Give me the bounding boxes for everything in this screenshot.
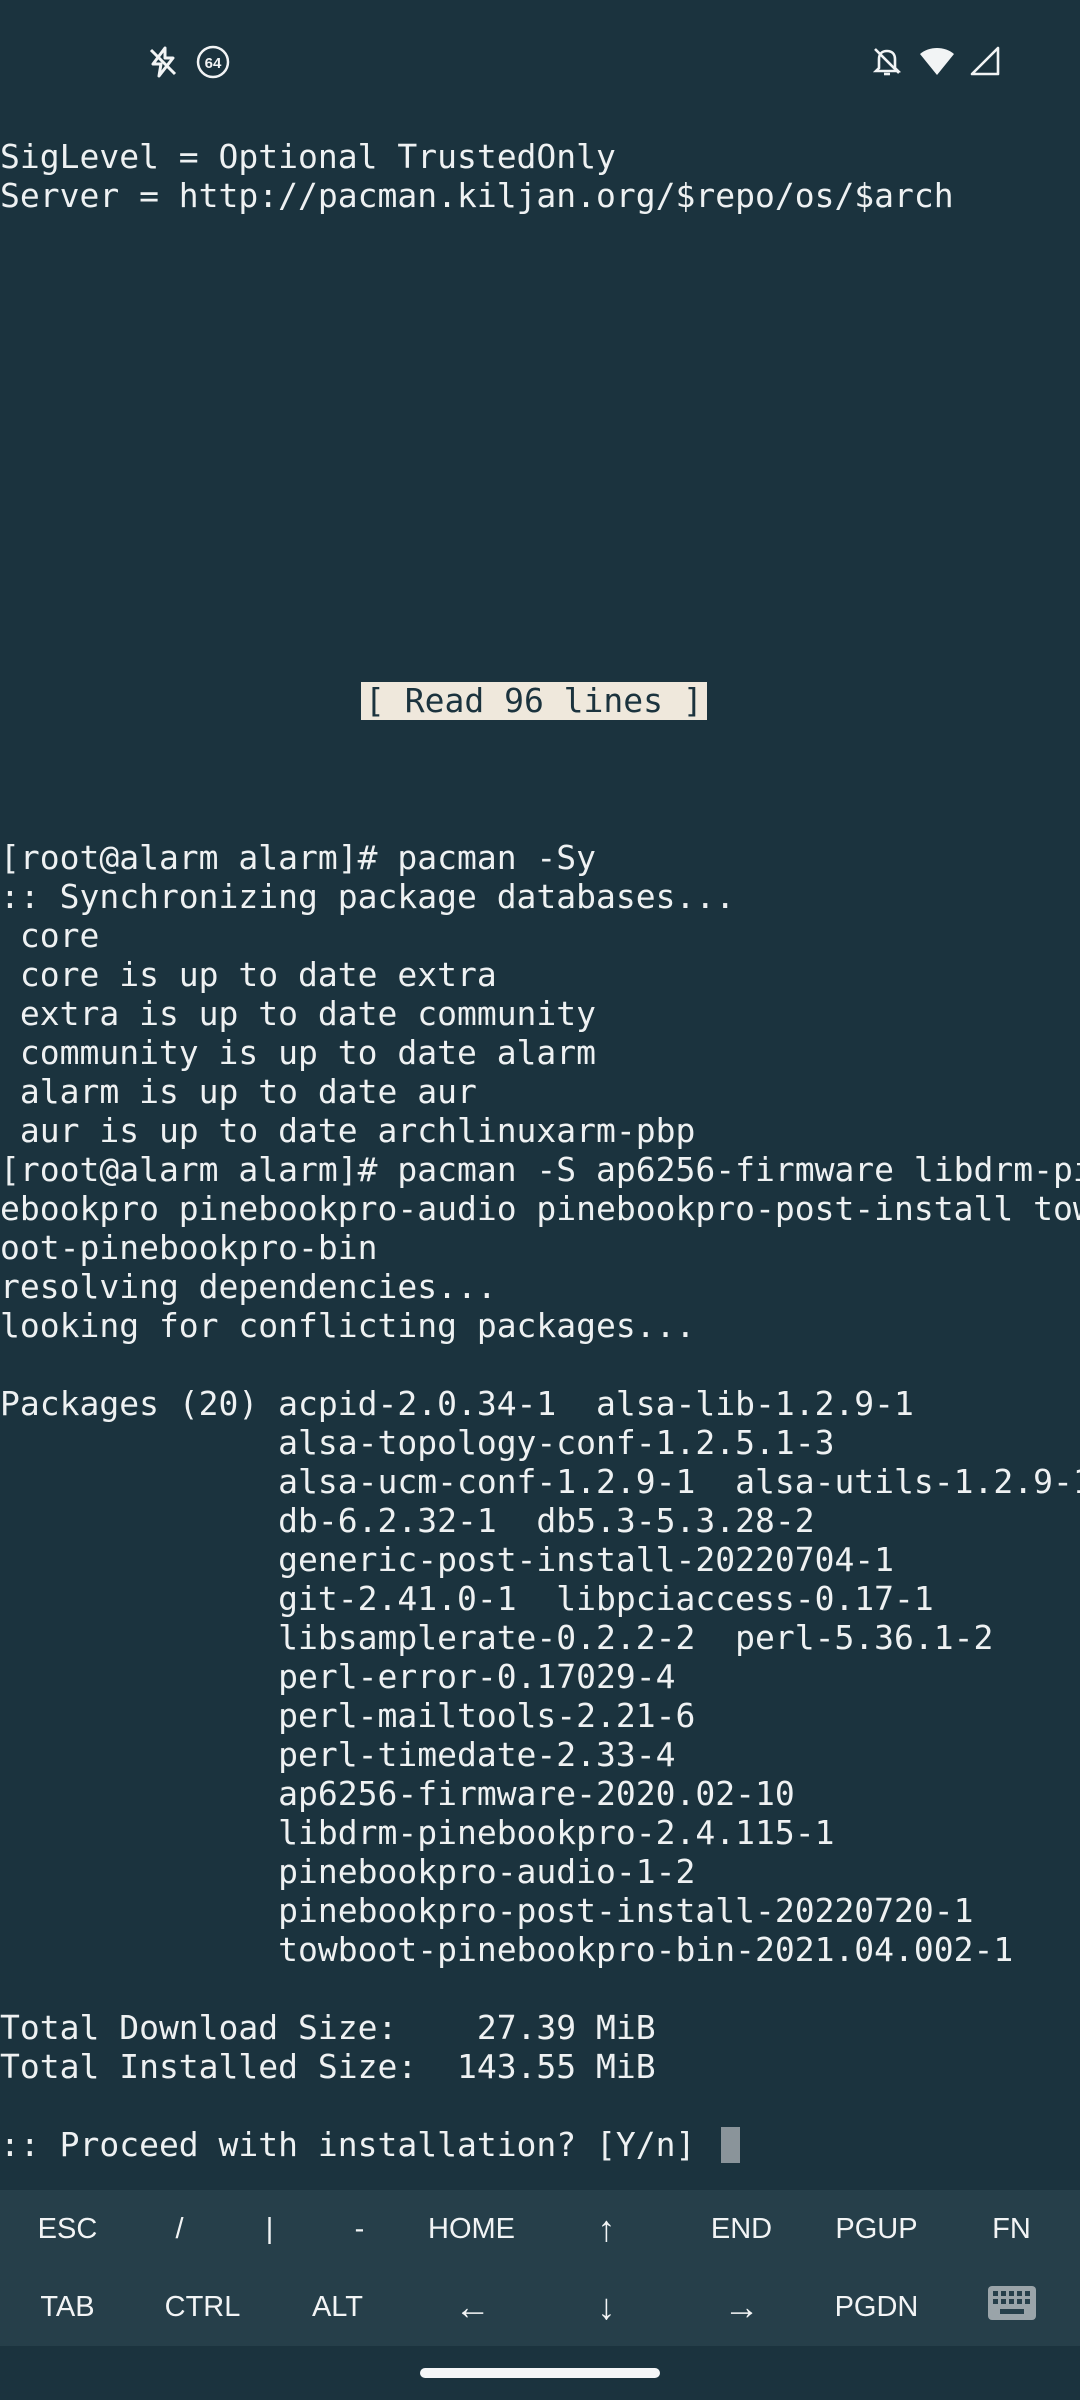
- key-right-arrow[interactable]: →: [674, 2268, 809, 2346]
- key-end[interactable]: END: [674, 2190, 809, 2268]
- key-fn[interactable]: FN: [944, 2190, 1079, 2268]
- output-line: git-2.41.0-1 libpciaccess-0.17-1: [0, 1579, 934, 1618]
- output-line: extra is up to date community: [0, 994, 597, 1033]
- output-line: looking for conflicting packages...: [0, 1306, 696, 1345]
- output-line: perl-timedate-2.33-4: [0, 1735, 676, 1774]
- extra-keys-bar: ESC / | - HOME ↑ END PGUP FN TAB CTRL AL…: [0, 2190, 1080, 2346]
- output-line: ebookpro pinebookpro-audio pinebookpro-p…: [0, 1189, 1080, 1228]
- output-line: pinebookpro-post-install-20220720-1: [0, 1891, 974, 1930]
- terminal-output[interactable]: SigLevel = Optional TrustedOnly Server =…: [0, 0, 1080, 2164]
- install-prompt: :: Proceed with installation? [Y/n]: [0, 2125, 716, 2164]
- output-line: libdrm-pinebookpro-2.4.115-1: [0, 1813, 835, 1852]
- output-line: alarm is up to date aur: [0, 1072, 477, 1111]
- output-line: towboot-pinebookpro-bin-2021.04.002-1: [0, 1930, 1014, 1969]
- key-pgdn[interactable]: PGDN: [809, 2268, 944, 2346]
- output-line: alsa-topology-conf-1.2.5.1-3: [0, 1423, 835, 1462]
- output-line: resolving dependencies...: [0, 1267, 497, 1306]
- prompt-line[interactable]: :: Proceed with installation? [Y/n]: [0, 2125, 741, 2164]
- output-line: core is up to date extra: [0, 955, 497, 994]
- output-line: perl-error-0.17029-4: [0, 1657, 676, 1696]
- output-line: [root@alarm alarm]# pacman -Sy: [0, 838, 597, 877]
- keyboard-icon: [987, 2285, 1037, 2329]
- output-line: aur is up to date archlinuxarm-pbp: [0, 1111, 696, 1150]
- output-line: core: [0, 916, 100, 955]
- output-line: generic-post-install-20220704-1: [0, 1540, 895, 1579]
- key-home[interactable]: HOME: [404, 2190, 539, 2268]
- read-lines-banner: [ Read 96 lines ]: [361, 682, 707, 720]
- keyboard-toggle-button[interactable]: [944, 2268, 1079, 2346]
- output-line: oot-pinebookpro-bin: [0, 1228, 378, 1267]
- key-tab[interactable]: TAB: [0, 2268, 135, 2346]
- output-line: libsamplerate-0.2.2-2 perl-5.36.1-2: [0, 1618, 994, 1657]
- key-pgup[interactable]: PGUP: [809, 2190, 944, 2268]
- output-line: Total Installed Size: 143.55 MiB: [0, 2047, 656, 2086]
- output-line: Packages (20) acpid-2.0.34-1 alsa-lib-1.…: [0, 1384, 914, 1423]
- config-line: SigLevel = Optional TrustedOnly: [0, 137, 616, 176]
- key-alt[interactable]: ALT: [270, 2268, 405, 2346]
- home-gesture-handle[interactable]: [420, 2368, 660, 2378]
- output-line: perl-mailtools-2.21-6: [0, 1696, 696, 1735]
- config-line: Server = http://pacman.kiljan.org/$repo/…: [0, 176, 954, 215]
- output-line: pinebookpro-audio-1-2: [0, 1852, 696, 1891]
- output-line: :: Synchronizing package databases...: [0, 877, 736, 916]
- output-line: alsa-ucm-conf-1.2.9-1 alsa-utils-1.2.9-1: [0, 1462, 1080, 1501]
- output-line: community is up to date alarm: [0, 1033, 597, 1072]
- output-line: Total Download Size: 27.39 MiB: [0, 2008, 656, 2047]
- key-ctrl[interactable]: CTRL: [135, 2268, 270, 2346]
- output-line: ap6256-firmware-2020.02-10: [0, 1774, 795, 1813]
- output-line: db-6.2.32-1 db5.3-5.3.28-2: [0, 1501, 815, 1540]
- terminal-cursor: [721, 2126, 741, 2163]
- output-line: [root@alarm alarm]# pacman -S ap6256-fir…: [0, 1150, 1080, 1189]
- key-up-arrow[interactable]: ↑: [539, 2190, 674, 2268]
- key-down-arrow[interactable]: ↓: [539, 2268, 674, 2346]
- key-left-arrow[interactable]: ←: [405, 2268, 540, 2346]
